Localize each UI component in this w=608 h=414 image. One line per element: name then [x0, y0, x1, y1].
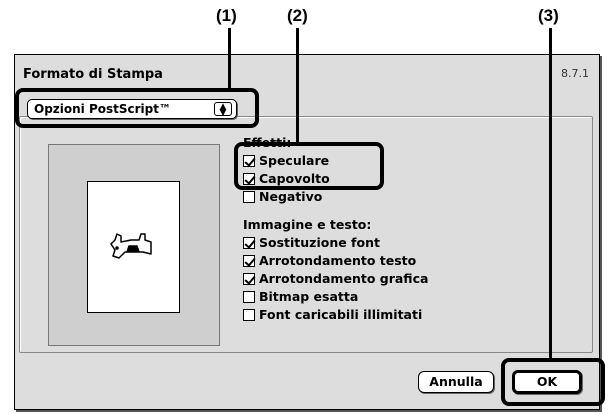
- checkbox-checked-icon: [243, 273, 255, 285]
- checkbox-label: Negativo: [259, 189, 323, 204]
- checkbox-checked-icon: [243, 237, 255, 249]
- callout-1-leader: [228, 28, 231, 90]
- callout-3-leader: [549, 28, 552, 360]
- preview-area: [48, 144, 220, 346]
- checkbox-unchecked-icon: [243, 291, 255, 303]
- callout-1: (1): [216, 6, 237, 25]
- checkbox-sostituzione-font[interactable]: Sostituzione font: [243, 234, 428, 252]
- callout-2: (2): [287, 6, 308, 25]
- cancel-button[interactable]: Annulla: [418, 371, 494, 393]
- preview-page: [87, 181, 180, 313]
- checkbox-arrotondamento-grafica[interactable]: Arrotondamento grafica: [243, 270, 428, 288]
- checkbox-label: Font caricabili illimitati: [259, 307, 423, 322]
- callout-1-highlight: [15, 88, 259, 128]
- checkbox-arrotondamento-testo[interactable]: Arrotondamento testo: [243, 252, 428, 270]
- checkbox-label: Bitmap esatta: [259, 289, 359, 304]
- checkbox-font-caricabili[interactable]: Font caricabili illimitati: [243, 306, 428, 324]
- checkbox-unchecked-icon: [243, 191, 255, 203]
- checkbox-negativo[interactable]: Negativo: [243, 188, 428, 206]
- checkbox-label: Arrotondamento grafica: [259, 271, 429, 286]
- image-text-header: Immagine e testo:: [243, 217, 372, 232]
- checkbox-bitmap-esatta[interactable]: Bitmap esatta: [243, 288, 428, 306]
- version-label: 8.7.1: [561, 67, 589, 80]
- callout-3-highlight: [501, 358, 605, 406]
- checkbox-label: Sostituzione font: [259, 235, 380, 250]
- checkbox-unchecked-icon: [243, 309, 255, 321]
- callout-2-leader: [296, 28, 299, 144]
- dogcow-icon: [110, 233, 152, 259]
- callout-3: (3): [538, 6, 559, 25]
- callout-2-highlight: [234, 142, 384, 190]
- dialog-title: Formato di Stampa: [23, 67, 163, 82]
- checkbox-checked-icon: [243, 255, 255, 267]
- checkbox-label: Arrotondamento testo: [259, 253, 417, 268]
